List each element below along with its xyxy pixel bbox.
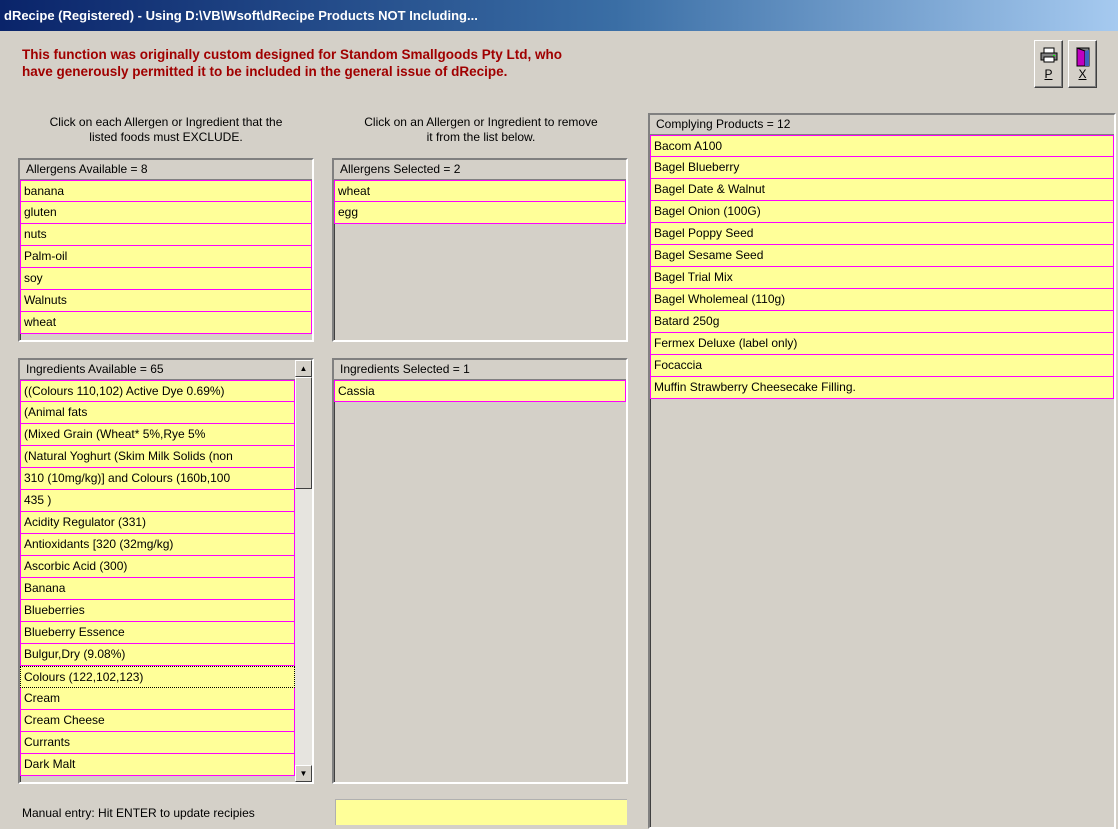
list-item[interactable]: (Natural Yoghurt (Skim Milk Solids (non <box>20 446 295 468</box>
list-item[interactable]: Fermex Deluxe (label only) <box>650 333 1114 355</box>
list-item[interactable]: banana <box>20 180 312 202</box>
window-title-bar[interactable]: dRecipe (Registered) - Using D:\VB\Wsoft… <box>0 0 1118 31</box>
list-item[interactable]: Batard 250g <box>650 311 1114 333</box>
list-item[interactable]: Bagel Onion (100G) <box>650 201 1114 223</box>
exit-button[interactable]: X <box>1068 40 1097 88</box>
list-item[interactable]: Bagel Poppy Seed <box>650 223 1114 245</box>
ingredients-selected-list[interactable]: Ingredients Selected = 1 Cassia <box>332 358 628 784</box>
remove-instructions-line-1: Click on an Allergen or Ingredient to re… <box>364 115 598 129</box>
manual-entry-label: Manual entry: Hit ENTER to update recipi… <box>22 806 255 820</box>
list-item[interactable]: Palm-oil <box>20 246 312 268</box>
list-item[interactable]: Walnuts <box>20 290 312 312</box>
list-item[interactable]: 310 (10mg/kg)] and Colours (160b,100 <box>20 468 295 490</box>
list-item[interactable]: Bagel Date & Walnut <box>650 179 1114 201</box>
remove-instructions: Click on an Allergen or Ingredient to re… <box>332 115 630 145</box>
list-item[interactable]: Bagel Trial Mix <box>650 267 1114 289</box>
custom-design-notice: This function was originally custom desi… <box>22 46 782 80</box>
notice-line-1: This function was originally custom desi… <box>22 47 563 62</box>
scroll-thumb[interactable] <box>295 377 312 489</box>
list-item[interactable]: Bagel Sesame Seed <box>650 245 1114 267</box>
list-item[interactable]: Antioxidants [320 (32mg/kg) <box>20 534 295 556</box>
exclude-instructions: Click on each Allergen or Ingredient tha… <box>18 115 314 145</box>
exit-key-label: X <box>1078 67 1087 81</box>
list-item[interactable]: gluten <box>20 202 312 224</box>
list-item[interactable]: Dark Malt <box>20 754 295 776</box>
list-item[interactable]: 435 ) <box>20 490 295 512</box>
exclude-instructions-line-1: Click on each Allergen or Ingredient tha… <box>49 115 283 129</box>
list-item[interactable]: wheat <box>334 180 626 202</box>
list-item[interactable]: egg <box>334 202 626 224</box>
list-item[interactable]: Blueberries <box>20 600 295 622</box>
remove-instructions-line-2: it from the list below. <box>426 130 536 144</box>
list-item[interactable]: Bagel Blueberry <box>650 157 1114 179</box>
list-item[interactable]: (Animal fats <box>20 402 295 424</box>
door-exit-icon <box>1069 41 1096 67</box>
print-key-label: P <box>1044 67 1053 81</box>
allergens-available-header: Allergens Available = 8 <box>20 160 312 180</box>
manual-entry-input[interactable] <box>334 798 628 826</box>
list-item[interactable]: Bulgur,Dry (9.08%) <box>20 644 295 666</box>
list-item[interactable]: Muffin Strawberry Cheesecake Filling. <box>650 377 1114 399</box>
list-item[interactable]: Currants <box>20 732 295 754</box>
list-item[interactable]: Cream <box>20 688 295 710</box>
window-title: dRecipe (Registered) - Using D:\VB\Wsoft… <box>4 8 478 23</box>
list-item[interactable]: Banana <box>20 578 295 600</box>
list-item[interactable]: Cream Cheese <box>20 710 295 732</box>
allergens-selected-list[interactable]: Allergens Selected = 2 wheat egg <box>332 158 628 342</box>
ingredients-available-list[interactable]: Ingredients Available = 65 ((Colours 110… <box>18 358 314 784</box>
list-item[interactable]: Focaccia <box>650 355 1114 377</box>
exclude-instructions-line-2: listed foods must EXCLUDE. <box>89 130 243 144</box>
list-item[interactable]: ((Colours 110,102) Active Dye 0.69%) <box>20 380 295 402</box>
notice-line-2: have generously permitted it to be inclu… <box>22 64 508 79</box>
list-item[interactable]: Bagel Wholemeal (110g) <box>650 289 1114 311</box>
complying-products-header: Complying Products = 12 <box>650 115 1114 135</box>
list-item-focused[interactable]: Colours (122,102,123) <box>20 666 295 688</box>
print-button[interactable]: P <box>1034 40 1063 88</box>
complying-products-list[interactable]: Complying Products = 12 Bacom A100 Bagel… <box>648 113 1116 829</box>
scroll-down-arrow-icon[interactable]: ▼ <box>295 765 312 782</box>
list-item[interactable]: soy <box>20 268 312 290</box>
list-item[interactable]: Acidity Regulator (331) <box>20 512 295 534</box>
list-item[interactable]: Bacom A100 <box>650 135 1114 157</box>
printer-icon <box>1035 41 1062 67</box>
list-item[interactable]: Cassia <box>334 380 626 402</box>
list-item[interactable]: Blueberry Essence <box>20 622 295 644</box>
scroll-up-arrow-icon[interactable]: ▲ <box>295 360 312 377</box>
list-item[interactable]: Ascorbic Acid (300) <box>20 556 295 578</box>
ingredients-available-header: Ingredients Available = 65 <box>20 360 295 380</box>
allergens-available-list[interactable]: Allergens Available = 8 banana gluten nu… <box>18 158 314 342</box>
list-item[interactable]: (Mixed Grain (Wheat* 5%,Rye 5% <box>20 424 295 446</box>
list-item[interactable]: nuts <box>20 224 312 246</box>
ingredients-selected-header: Ingredients Selected = 1 <box>334 360 626 380</box>
list-item[interactable]: wheat <box>20 312 312 334</box>
allergens-selected-header: Allergens Selected = 2 <box>334 160 626 180</box>
ingredients-scrollbar[interactable]: ▲ ▼ <box>295 360 312 782</box>
